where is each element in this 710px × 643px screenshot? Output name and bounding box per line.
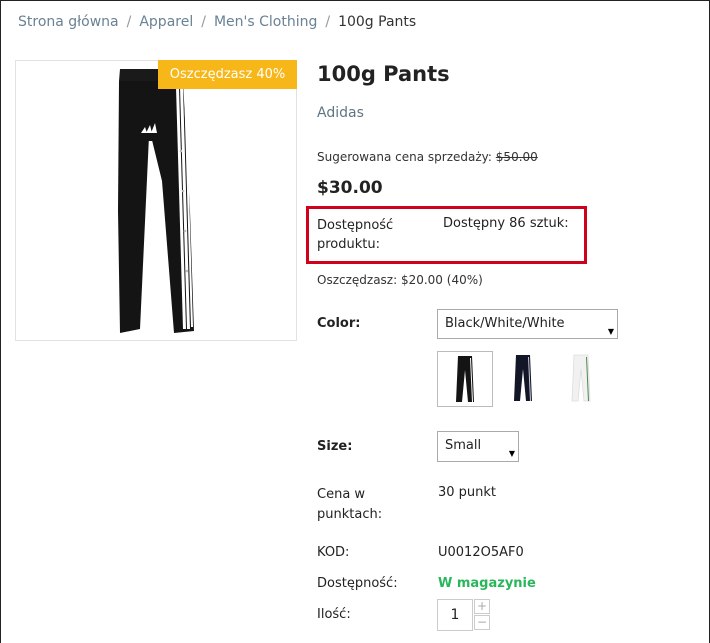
breadcrumb-separator: / [325,14,331,30]
product-image[interactable] [15,60,297,341]
breadcrumb-mens-clothing[interactable]: Men's Clothing [214,14,317,30]
breadcrumb: Strona główna / Apparel / Men's Clothing / 100… [18,14,416,30]
points-value: 30 punkt [438,485,497,500]
color-select-value: Black/White/White [445,316,565,331]
msrp: Sugerowana cena sprzedaży: $50.00 [317,150,538,164]
quantity-label: Ilość: [317,607,351,622]
msrp-label: Sugerowana cena sprzedaży: [317,150,492,164]
swatch-pants-white-icon [571,354,591,402]
pants-image [118,69,194,333]
size-select-value: Small [445,438,482,453]
availability-value: Dostępny 86 sztuk: [443,216,569,231]
savings-text: Oszczędzasz: $20.00 (40%) [317,273,483,287]
quantity-plus-button[interactable]: + [474,599,490,614]
breadcrumb-home[interactable]: Strona główna [18,14,119,30]
quantity-input[interactable]: 1 [437,599,473,631]
stock-status: W magazynie [438,576,536,591]
color-label: Color: [317,316,361,331]
chevron-down-icon: ▼ [607,327,614,336]
quantity-minus-button[interactable]: − [474,615,490,630]
points-label: Cena w punktach: [317,487,383,522]
code-label: KOD: [317,545,350,560]
swatch-pants-black-icon [456,356,474,402]
discount-badge: Oszczędzasz 40% [158,60,297,89]
size-label: Size: [317,439,353,454]
availability-label: Dostępność produktu: [317,218,394,252]
breadcrumb-apparel[interactable]: Apparel [139,14,193,30]
swatch-black-white[interactable] [437,351,493,407]
stock-label: Dostępność: [317,576,398,591]
breadcrumb-separator: / [126,14,132,30]
chevron-down-icon: ▼ [508,449,515,458]
product-price: $30.00 [317,178,383,198]
color-select[interactable]: Black/White/White ▼ [437,309,618,339]
breadcrumb-separator: / [201,14,206,30]
size-select[interactable]: Small ▼ [437,431,519,462]
swatch-pants-navy-icon [514,355,532,401]
msrp-value: $50.00 [495,150,538,164]
breadcrumb-current: 100g Pants [338,14,417,30]
code-value: U0012O5AF0 [438,545,524,560]
product-brand[interactable]: Adidas [317,105,364,121]
swatch-white[interactable] [553,351,609,407]
product-title: 100g Pants [317,62,450,86]
swatch-black-blue[interactable] [495,351,551,407]
